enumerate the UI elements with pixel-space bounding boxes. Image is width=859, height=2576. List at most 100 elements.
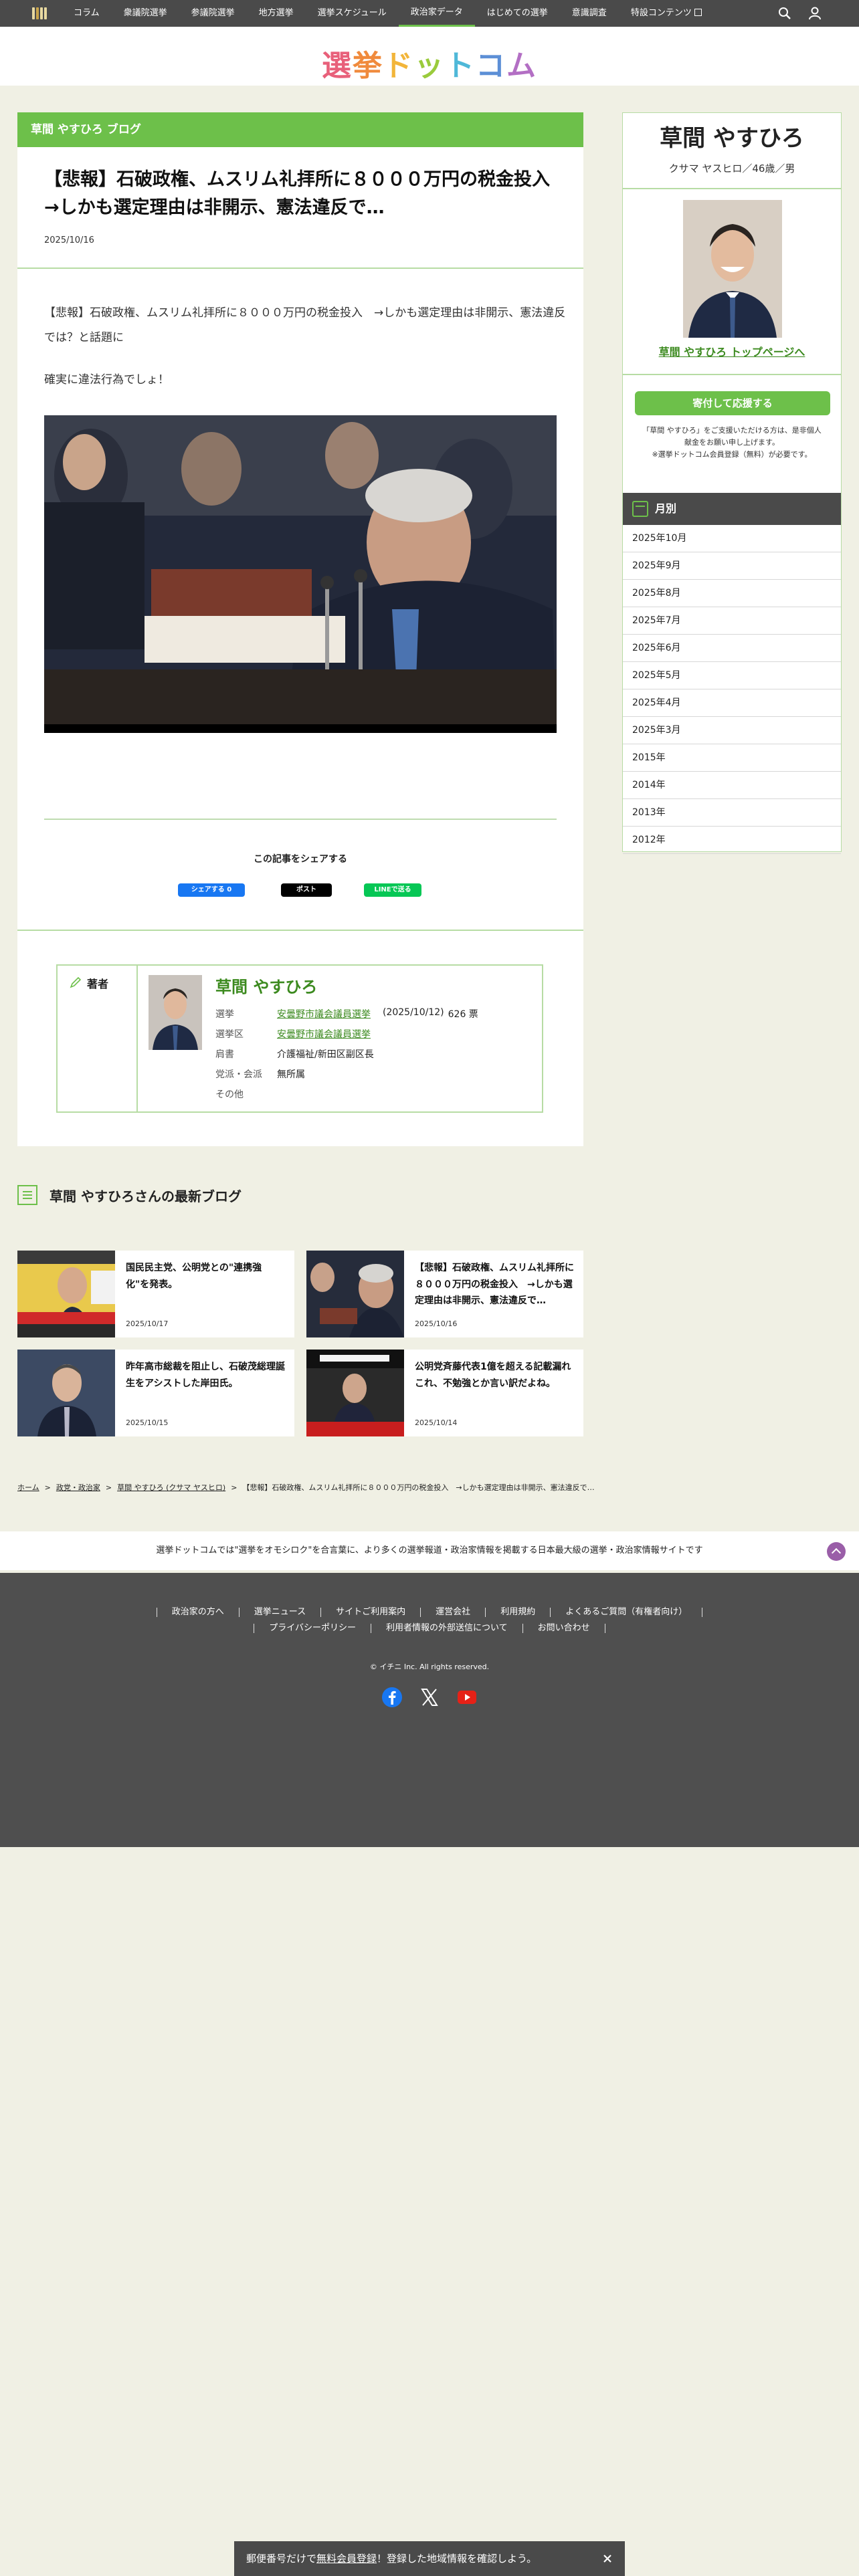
back-to-top-button[interactable] (827, 1542, 846, 1561)
x-post-button[interactable]: ポスト (281, 883, 332, 897)
signup-banner: 郵便番号だけで無料会員登録！登録した地域情報を確認しよう。 (234, 2541, 625, 2576)
month-archive-item[interactable]: 2015年 (623, 744, 841, 772)
nav-item[interactable]: 衆議院選挙 (112, 0, 179, 27)
logo-char: 選 (322, 49, 353, 83)
card-date: 2025/10/16 (415, 1319, 458, 1328)
month-archive-item[interactable]: 2025年5月 (623, 662, 841, 689)
logo-char: ド (383, 49, 414, 83)
youtube-icon[interactable] (456, 1687, 478, 1708)
line-share-button[interactable]: LINEで送る (364, 883, 421, 897)
district-link[interactable]: 安曇野市議会議員選挙 (277, 1027, 371, 1041)
nav-item[interactable]: 選挙スケジュール (306, 0, 399, 27)
author-box: 著者 草間 やすひろ 選挙 安曇野市議会議員選挙 (2025/10/12) 626 票… (56, 964, 543, 1113)
copyright: © イチニ Inc. All rights reserved. (369, 1662, 490, 1671)
author-name[interactable]: 草間 やすひろ (215, 974, 317, 997)
month-archive-item[interactable]: 2025年6月 (623, 635, 841, 662)
footer-link[interactable]: 選挙ニュース (238, 1608, 320, 1617)
logo-char: ト (445, 49, 476, 83)
profile-kana: クサマ ヤスヒロ／46歳／男 (668, 163, 795, 175)
site-logo[interactable]: 選挙ドットコム (322, 41, 537, 84)
nav-item[interactable]: 特設コンテンツ (619, 0, 714, 27)
card-thumbnail (306, 1350, 404, 1436)
footer-link[interactable]: プライバシーポリシー (254, 1624, 371, 1633)
site-header: 選挙ドットコム (0, 27, 859, 86)
footer-link[interactable]: よくあるご質問（有権者向け） (550, 1608, 703, 1617)
month-archive-item[interactable]: 2025年3月 (623, 717, 841, 744)
donate-note: 「草間 やすひろ」をご支援いただける方は、是非個人 (642, 426, 822, 435)
footer-link[interactable]: サイトご利用案内 (320, 1608, 420, 1617)
logo-char: ッ (414, 49, 445, 83)
donate-note: 献金をお願い申し上げます。 (684, 438, 779, 447)
search-icon[interactable] (777, 6, 792, 21)
blog-card[interactable]: 昨年高市総裁を阻止し、石破茂総理誕生をアシストした岸田氏。 2025/10/15 (17, 1350, 294, 1436)
breadcrumb-person[interactable]: 草間 やすひろ (クサマ ヤスヒロ) (117, 1483, 225, 1492)
month-archive-item[interactable]: 2014年 (623, 772, 841, 799)
article-date: 2025/10/16 (44, 235, 94, 245)
footer-link[interactable]: 政治家の方へ (156, 1608, 239, 1617)
divider (44, 819, 557, 820)
list-icon (17, 1185, 37, 1205)
nav-item[interactable]: コラム (62, 0, 112, 27)
home-books-icon[interactable] (32, 7, 47, 19)
nav-item[interactable]: 参議院選挙 (179, 0, 247, 27)
blog-header[interactable]: 草間 やすひろ ブログ (17, 112, 583, 147)
latest-blog-heading: 草間 やすひろさんの最新ブログ (17, 1185, 242, 1205)
breadcrumb-politics[interactable]: 政党・政治家 (56, 1483, 100, 1492)
avatar (149, 975, 202, 1050)
donate-button[interactable]: 寄付して応援する (635, 391, 830, 415)
signup-link[interactable]: 無料会員登録 (316, 2553, 377, 2565)
card-thumbnail (306, 1251, 404, 1337)
nav-item[interactable]: 意識調査 (560, 0, 619, 27)
month-archive-item[interactable]: 2025年10月 (623, 525, 841, 552)
logo-char: 挙 (353, 49, 383, 83)
footer: 政治家の方へ 選挙ニュース サイトご利用案内 運営会社 利用規約 よくあるご質問（有権者向… (0, 1573, 859, 1847)
card-thumbnail (17, 1251, 115, 1337)
breadcrumb-home[interactable]: ホーム (17, 1483, 39, 1492)
logo-char: コ (476, 49, 506, 83)
card-title: 公明党斉藤代表1億を超える記載漏れ これ、不勉強とか言い訳だよね。 (415, 1362, 571, 1389)
article-body-line: 【悲報】石破政権、ムスリム礼拝所に８０００万円の税金投入 →しかも選定理由は非開… (44, 306, 566, 345)
month-archive-item[interactable]: 2025年8月 (623, 580, 841, 607)
blog-card[interactable]: 国民民主党、公明党との"連携強化"を発表。 2025/10/17 (17, 1251, 294, 1337)
blog-card[interactable]: 公明党斉藤代表1億を超える記載漏れ これ、不勉強とか言い訳だよね。 2025/1… (306, 1350, 583, 1436)
article-body-line: 確実に違法行為でしょ！ (44, 373, 169, 387)
month-archive-item[interactable]: 2012年 (623, 827, 841, 854)
month-archive-item[interactable]: 2025年7月 (623, 607, 841, 635)
divider (17, 267, 583, 269)
author-label: 著者 (87, 978, 109, 990)
nav-item[interactable]: 地方選挙 (247, 0, 306, 27)
month-archive-item[interactable]: 2013年 (623, 799, 841, 827)
footer-link[interactable]: 利用規約 (485, 1608, 550, 1617)
card-title: 昨年高市総裁を阻止し、石破茂総理誕生をアシストした岸田氏。 (126, 1362, 285, 1389)
blog-card[interactable]: 【悲報】石破政権、ムスリム礼拝所に８０００万円の税金投入 →しかも選定理由は非開… (306, 1251, 583, 1337)
external-link-icon (694, 9, 702, 16)
card-title: 【悲報】石破政権、ムスリム礼拝所に８０００万円の税金投入 →しかも選定理由は非開… (415, 1263, 574, 1306)
footer-link[interactable]: お問い合わせ (522, 1624, 605, 1633)
profile-name: 草間 やすひろ (660, 125, 804, 152)
footer-link[interactable]: 利用者情報の外部送信について (371, 1624, 522, 1633)
article-photo (44, 415, 557, 733)
month-archive-item[interactable]: 2025年4月 (623, 689, 841, 717)
nav-item[interactable]: 政治家データ (398, 0, 475, 27)
profile-sidebar: 草間 やすひろ クサマ ヤスヒロ／46歳／男 草間 やすひろ トップページへ 寄… (622, 112, 842, 854)
share-title: この記事をシェアする (254, 854, 347, 865)
card-date: 2025/10/15 (126, 1418, 169, 1427)
x-icon[interactable] (419, 1687, 440, 1708)
pencil-icon (70, 976, 82, 988)
facebook-share-button[interactable]: シェアする 0 (178, 883, 245, 897)
month-archive-item[interactable]: 2025年9月 (623, 552, 841, 580)
article-panel: 草間 やすひろ ブログ 【悲報】石破政権、ムスリム礼拝所に８０００万円の税金投入… (17, 112, 583, 1146)
election-link[interactable]: 安曇野市議会議員選挙 (277, 1007, 371, 1021)
nav-item[interactable]: はじめての選挙 (475, 0, 560, 27)
footer-link[interactable]: 運営会社 (420, 1608, 485, 1617)
profile-photo[interactable] (683, 200, 782, 338)
profile-top-link[interactable]: 草間 やすひろ トップページへ (623, 343, 841, 359)
card-date: 2025/10/17 (126, 1319, 169, 1328)
logo-char: ム (506, 49, 537, 83)
divider (623, 188, 841, 189)
close-icon[interactable] (601, 2552, 614, 2565)
top-navigation: コラム 衆議院選挙 参議院選挙 地方選挙 選挙スケジュール 政治家データ はじめての選挙 意識… (0, 0, 859, 27)
facebook-icon[interactable] (381, 1687, 403, 1708)
user-icon[interactable] (807, 6, 822, 21)
divider (17, 930, 583, 931)
